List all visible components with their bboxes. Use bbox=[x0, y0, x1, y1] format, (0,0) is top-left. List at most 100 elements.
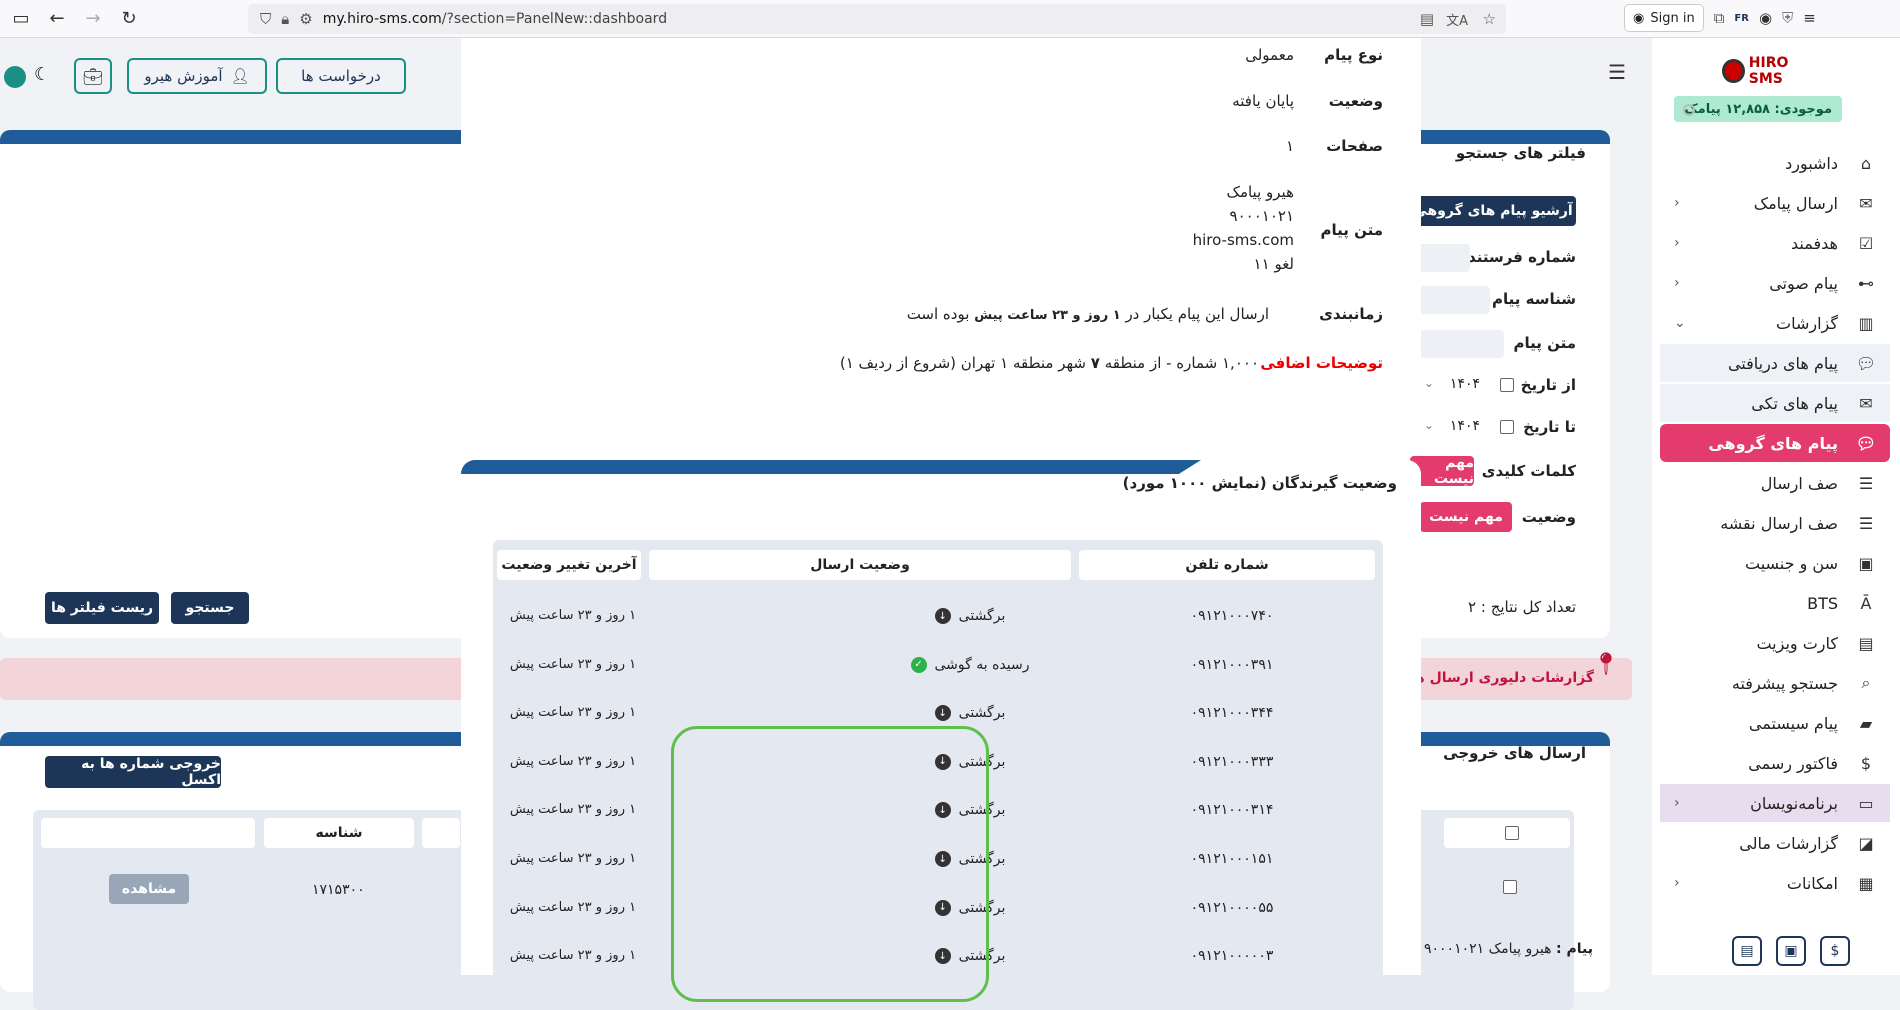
id-card-icon: ▣ bbox=[1858, 553, 1874, 573]
sidebar-item-queue[interactable]: ☰ صف ارسال bbox=[1660, 464, 1890, 502]
recipients-title: وضعیت گیرندگان (نمایش ۱۰۰۰ مورد) bbox=[1122, 474, 1397, 492]
sidebar-toggle-icon[interactable]: ▭ bbox=[6, 4, 36, 34]
back-icon[interactable]: ← bbox=[42, 4, 72, 34]
sidebar-item-label: پیام صوتی bbox=[1769, 273, 1838, 293]
privacy-extension-icon[interactable]: ◉ bbox=[1759, 9, 1772, 27]
sign-in-label: Sign in bbox=[1650, 10, 1695, 26]
sidebar-item-reports[interactable]: ▥ گزارشات ⌄ bbox=[1660, 304, 1890, 342]
detail-text-line4: لغو ۱۱ bbox=[1253, 255, 1294, 273]
translate-icon[interactable]: 文A bbox=[1446, 10, 1468, 29]
sidebar-item-dashboard[interactable]: ⌂ داشبورد bbox=[1660, 144, 1890, 182]
hamburger-menu-icon[interactable]: ☰ bbox=[1608, 60, 1626, 84]
sidebar-item-single[interactable]: ✉ پیام های تکی bbox=[1660, 384, 1890, 422]
status-not-important[interactable]: مهم نیست bbox=[1420, 502, 1512, 532]
chevron-left-icon: ‹ bbox=[1674, 235, 1680, 251]
detail-text-line1: هیرو پیامک bbox=[1226, 183, 1294, 201]
balance-refresh-icon[interactable] bbox=[1683, 104, 1695, 116]
sidebar-item-map-queue[interactable]: ☰ صف ارسال نقشه bbox=[1660, 504, 1890, 542]
from-date-label: از تاریخ bbox=[1520, 376, 1576, 394]
menu-icon[interactable]: ≡ bbox=[1803, 9, 1816, 27]
panel-strip bbox=[461, 460, 1201, 474]
browser-toolbar: ▭ ← → ↻ ⛉ 🔒︎ ⚙ my.hiro-sms.com/?section=… bbox=[0, 0, 1900, 38]
extensions-icon[interactable]: ⧉ bbox=[1714, 9, 1725, 27]
flag-extension-icon[interactable]: FR bbox=[1734, 13, 1749, 24]
voicemail-icon: ⊶ bbox=[1858, 273, 1874, 293]
message-text-input[interactable] bbox=[1410, 330, 1504, 358]
schedule-text-3: بوده است bbox=[906, 305, 970, 323]
down-arrow-icon: ↓ bbox=[934, 705, 951, 722]
chat-icon: 💬︎ bbox=[1855, 353, 1877, 373]
url-text: my.hiro-sms.com/?section=PanelNew::dashb… bbox=[322, 11, 668, 27]
message-text-label: متن پیام bbox=[1513, 334, 1576, 352]
sidebar-item-received[interactable]: 💬︎ پیام های دریافتی bbox=[1660, 344, 1890, 382]
check-icon: ✓ bbox=[910, 656, 927, 673]
dark-mode-moon-icon[interactable]: ☾ bbox=[34, 64, 50, 85]
sidebar-item-label: صف ارسال bbox=[1760, 473, 1838, 493]
reader-icon[interactable]: ▤ bbox=[1420, 10, 1434, 28]
queue-icon: ☰ bbox=[1858, 513, 1874, 533]
col-status: وضعیت ارسال bbox=[649, 550, 1071, 580]
briefcase-button[interactable]: 💼︎ bbox=[74, 58, 112, 94]
home-icon: ⌂ bbox=[1860, 153, 1872, 173]
row-checkbox[interactable] bbox=[1503, 880, 1517, 894]
briefcase-icon: 💼︎ bbox=[82, 66, 104, 86]
sidebar-item-group[interactable]: 💬︎ پیام های گروهی bbox=[1660, 424, 1890, 462]
detail-key: نوع پیام bbox=[1324, 46, 1383, 64]
sign-in-button[interactable]: ◉ Sign in bbox=[1624, 4, 1704, 32]
education-button[interactable]: 👤︎ آموزش هیرو bbox=[127, 58, 267, 94]
chevron-down-icon: ⌄ bbox=[1423, 376, 1434, 390]
requests-button[interactable]: درخواست ها bbox=[276, 58, 406, 94]
to-year[interactable]: ۱۴۰۴ bbox=[1450, 418, 1480, 434]
extra-text-1: ۱,۰۰۰ شماره - از منطقه bbox=[1104, 354, 1259, 372]
chevron-left-icon: ‹ bbox=[1674, 275, 1680, 291]
detail-value: معمولی bbox=[1245, 46, 1294, 64]
from-year[interactable]: ۱۴۰۴ bbox=[1450, 376, 1480, 392]
status-cell: برگشتی ↓ bbox=[760, 608, 1180, 624]
to-date-checkbox[interactable] bbox=[1500, 420, 1514, 434]
filter-title: فیلتر های جستجو bbox=[1455, 144, 1586, 162]
outbox-row-id: ۱۷۱۵۳۰۰ bbox=[312, 882, 365, 898]
message-id-input[interactable] bbox=[1410, 286, 1490, 314]
logo-text: HIRO SMS bbox=[1748, 55, 1789, 87]
time-cell: ۱ روز و ۲۳ ساعت پیش bbox=[509, 608, 637, 623]
time-cell: ۱ روز و ۲۳ ساعت پیش bbox=[509, 851, 637, 866]
sidebar-item-label: هدفمند bbox=[1791, 233, 1838, 253]
chevron-left-icon: ‹ bbox=[1674, 195, 1680, 211]
app-root: HIRO SMS موجودی: ۱۲,۸۵۸ پیامک ⌂ داشبورد ✉… bbox=[0, 38, 1900, 1010]
account-icon: ◉ bbox=[1633, 10, 1645, 26]
time-cell: ۱ روز و ۲۳ ساعت پیش bbox=[509, 899, 637, 915]
education-label: آموزش هیرو bbox=[144, 67, 223, 85]
archive-button[interactable]: آرشیو پیام های گروهی bbox=[1410, 196, 1576, 226]
sidebar-item-label: پیام های گروهی bbox=[1708, 433, 1838, 453]
detail-text-line3: hiro-sms.com bbox=[1192, 231, 1294, 249]
sidebar-item-send-sms[interactable]: ✉ ارسال پیامک ‹ bbox=[1660, 184, 1890, 222]
bookmark-star-icon[interactable]: ☆ bbox=[1483, 10, 1496, 28]
detail-key: توضیحات اضافی bbox=[1260, 354, 1383, 372]
sidebar-item-voice[interactable]: ⊶ پیام صوتی ‹ bbox=[1660, 264, 1890, 302]
sidebar-item-age-gender[interactable]: ▣ سن و جنسیت bbox=[1660, 544, 1890, 582]
detail-value: ۱ bbox=[1285, 137, 1294, 155]
forward-icon[interactable]: → bbox=[78, 4, 108, 34]
sidebar-item-targeted[interactable]: ☑ هدفمند ‹ bbox=[1660, 224, 1890, 262]
table-row: ۰۹۱۲۱۰۰۰۷۴۰ برگشتی ↓ ۱ روز و ۲۳ ساعت پیش bbox=[0, 608, 1900, 638]
status-label: برگشتی bbox=[958, 705, 1006, 722]
status-label: رسیده به گوشی bbox=[934, 656, 1030, 673]
status-cell: رسیده به گوشی ✓ bbox=[760, 656, 1180, 673]
from-date-checkbox[interactable] bbox=[1500, 378, 1514, 392]
status-label: برگشتی bbox=[958, 608, 1006, 624]
report-icon: ▥ bbox=[1858, 313, 1874, 333]
sidebar-item-label: گزارشات مالی bbox=[1739, 833, 1838, 853]
shield-extension-icon[interactable]: ⛨ bbox=[1782, 9, 1793, 27]
reload-icon[interactable]: ↻ bbox=[114, 4, 144, 34]
queue-icon: ☰ bbox=[1858, 473, 1874, 493]
url-bar[interactable]: ⛉ 🔒︎ ⚙ my.hiro-sms.com/?section=PanelNew… bbox=[248, 4, 1506, 34]
archive-label: آرشیو پیام های گروهی bbox=[1413, 203, 1573, 219]
time-cell: ۱ روز و ۲۳ ساعت پیش bbox=[509, 753, 637, 769]
status-dot bbox=[4, 66, 26, 88]
extra-text-3: شهر منطقه ۱ تهران (شروع از ردیف ۱) bbox=[839, 354, 1086, 372]
chevron-down-icon: ⌄ bbox=[1674, 315, 1686, 331]
message-details-panel: نوع پیام معمولی وضعیت پایان یافته صفحات ۱ م… bbox=[461, 38, 1421, 454]
table-row: ۰۹۱۲۱۰۰۰۳۹۱ رسیده به گوشی ✓ ۱ روز و ۲۳ ساعت… bbox=[0, 656, 1900, 687]
logo-mark-icon bbox=[1722, 59, 1745, 83]
sender-label: شماره فرستنده bbox=[1459, 248, 1576, 266]
